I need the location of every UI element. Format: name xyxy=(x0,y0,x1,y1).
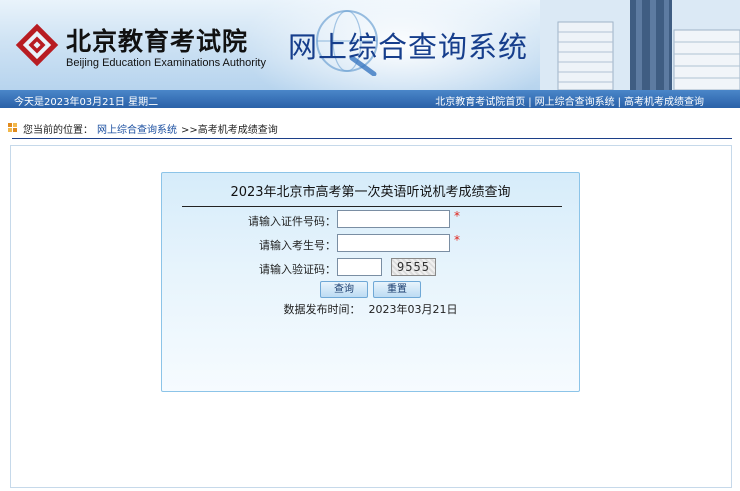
current-date: 今天是2023年03月21日 星期二 xyxy=(14,97,159,108)
breadcrumb-current: >>高考机考成绩查询 xyxy=(181,125,278,136)
publish-time: 数据发布时间： 2023年03月21日 xyxy=(162,301,579,317)
query-panel: 2023年北京市高考第一次英语听说机考成绩查询 请输入证件号码： * 请输入考生… xyxy=(161,172,580,392)
required-mark: * xyxy=(454,209,460,223)
id-number-input[interactable] xyxy=(337,210,450,228)
logo-icon xyxy=(15,23,59,67)
breadcrumb-divider xyxy=(12,138,732,139)
buildings-icon xyxy=(540,0,740,90)
system-title: 网上综合查询系统 xyxy=(288,30,529,64)
logo-chinese-name: 北京教育考试院 xyxy=(66,27,249,56)
query-button[interactable]: 查询 xyxy=(320,281,368,298)
required-mark: * xyxy=(454,233,460,247)
reset-button[interactable]: 重置 xyxy=(373,281,421,298)
nav-separator: | xyxy=(617,97,621,108)
header-banner: 北京教育考试院 Beijing Education Examinations A… xyxy=(0,0,740,90)
breadcrumb-icon xyxy=(8,123,17,132)
publish-time-value: 2023年03月21日 xyxy=(368,303,458,316)
captcha-label: 请输入验证码： xyxy=(259,263,336,276)
captcha-image[interactable]: 9555 xyxy=(391,258,436,276)
candidate-number-label: 请输入考生号： xyxy=(259,239,336,252)
nav-link-home[interactable]: 北京教育考试院首页 xyxy=(435,97,525,108)
nav-link-score-query[interactable]: 高考机考成绩查询 xyxy=(624,97,704,108)
breadcrumb-link-query-system[interactable]: 网上综合查询系统 xyxy=(97,125,177,136)
id-number-label: 请输入证件号码： xyxy=(248,215,336,228)
candidate-number-input[interactable] xyxy=(337,234,450,252)
title-divider xyxy=(182,206,562,207)
publish-time-label: 数据发布时间： xyxy=(283,303,361,316)
query-title: 2023年北京市高考第一次英语听说机考成绩查询 xyxy=(230,185,511,200)
logo-english-name: Beijing Education Examinations Authority xyxy=(66,57,266,69)
captcha-input[interactable] xyxy=(337,258,382,276)
breadcrumb: 您当前的位置： 网上综合查询系统 >>高考机考成绩查询 xyxy=(8,121,733,138)
top-nav-bar: 今天是2023年03月21日 星期二 北京教育考试院首页 | 网上综合查询系统 | 高考… xyxy=(0,90,740,108)
nav-links: 北京教育考试院首页 | 网上综合查询系统 | 高考机考成绩查询 xyxy=(435,93,704,108)
breadcrumb-prefix: 您当前的位置： xyxy=(23,125,93,136)
nav-link-query-system[interactable]: 网上综合查询系统 xyxy=(535,97,615,108)
nav-separator: | xyxy=(528,97,532,108)
